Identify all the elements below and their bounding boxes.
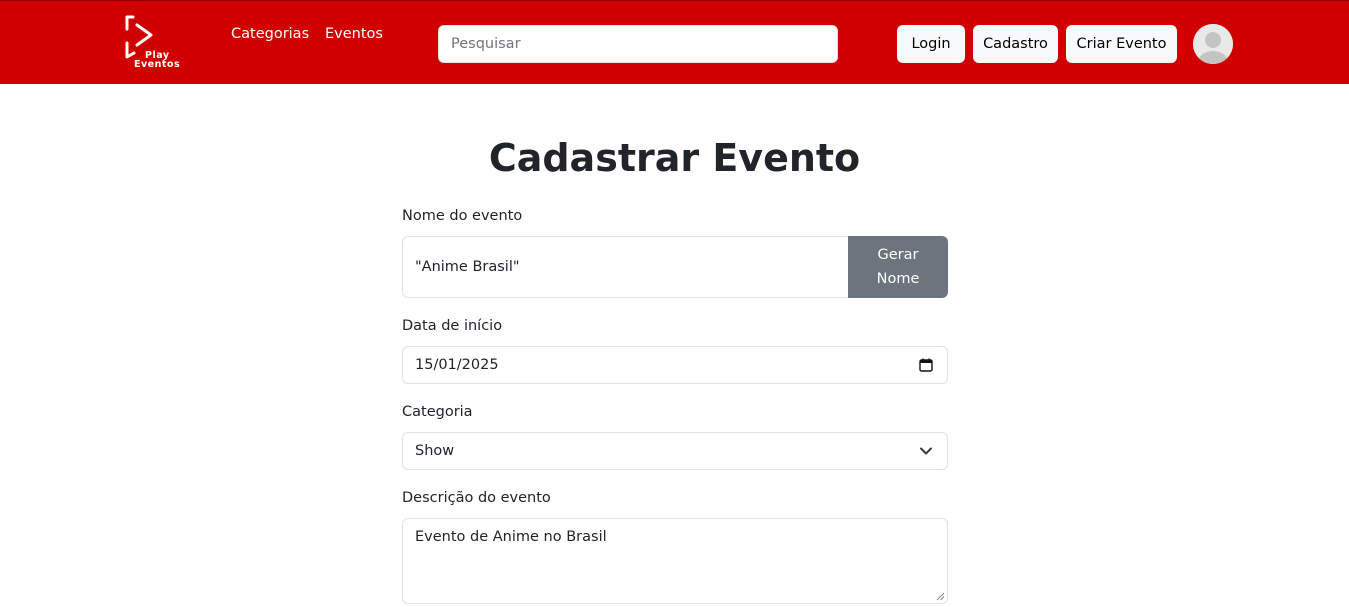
navbar: Play Eventos Categorias Eventos Login Ca…	[0, 0, 1349, 84]
category-select[interactable]: Show	[402, 432, 948, 470]
event-name-input[interactable]: "Anime Brasil"	[402, 236, 849, 298]
event-name-label: Nome do evento	[402, 208, 523, 224]
search-input[interactable]	[438, 25, 838, 63]
description-value: Evento de Anime no Brasil	[415, 529, 607, 545]
page-title: Cadastrar Evento	[488, 136, 861, 180]
start-date-input[interactable]: 15/01/2025	[402, 346, 948, 384]
start-date-label: Data de início	[402, 318, 503, 334]
login-button[interactable]: Login	[897, 25, 965, 63]
brand-logo[interactable]: Play Eventos	[122, 15, 186, 73]
brand-name: Play Eventos	[134, 51, 181, 70]
user-avatar[interactable]	[1193, 24, 1233, 64]
description-textarea[interactable]: Evento de Anime no Brasil	[402, 518, 948, 604]
nav-link-eventos[interactable]: Eventos	[325, 26, 383, 42]
start-date-value: 15/01/2025	[415, 357, 499, 373]
resize-handle-icon[interactable]	[936, 592, 945, 601]
chevron-down-icon	[920, 447, 932, 455]
generate-name-button[interactable]: Gerar Nome	[848, 236, 948, 298]
category-value: Show	[415, 443, 455, 459]
user-avatar-icon	[1193, 24, 1233, 64]
brand-line2: Eventos	[134, 59, 181, 70]
signup-button[interactable]: Cadastro	[973, 25, 1058, 63]
category-label: Categoria	[402, 404, 473, 420]
create-event-button[interactable]: Criar Evento	[1066, 25, 1177, 63]
calendar-icon[interactable]	[919, 358, 933, 372]
generate-name-label: Gerar Nome	[876, 247, 920, 287]
description-label: Descrição do evento	[402, 490, 551, 506]
event-name-group: "Anime Brasil" Gerar Nome	[402, 236, 948, 298]
nav-link-categorias[interactable]: Categorias	[231, 26, 309, 42]
